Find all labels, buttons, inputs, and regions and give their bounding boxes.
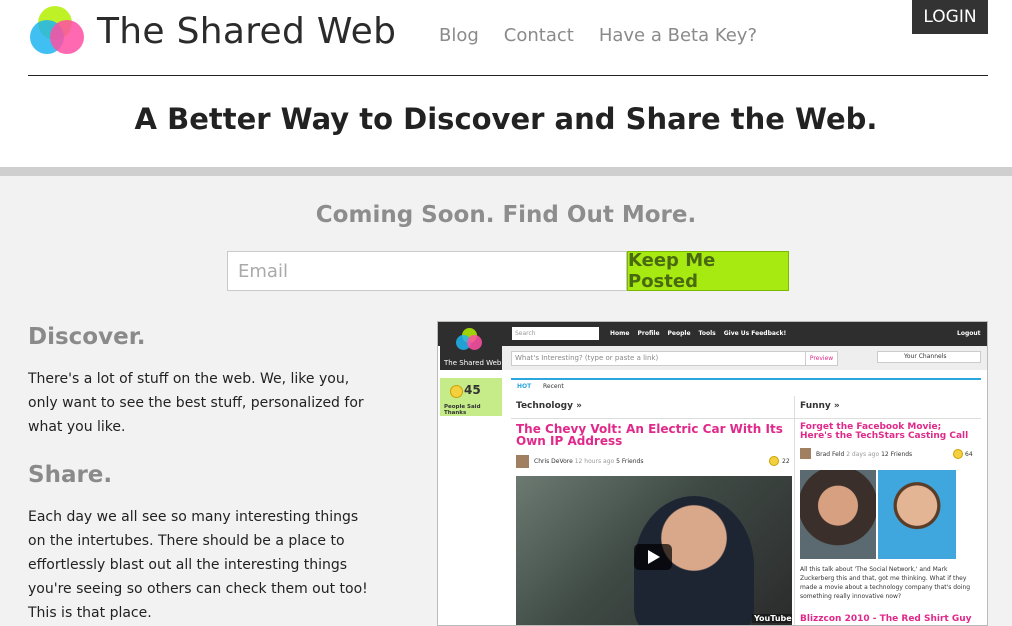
preview-nav-people: People — [667, 330, 691, 337]
story-time: 12 hours ago — [574, 458, 615, 465]
play-icon — [634, 544, 672, 570]
discover-text: There's a lot of stuff on the web. We, l… — [28, 371, 364, 435]
preview-story2-meta: Brad Feld 2 days ago 12 Friends — [816, 451, 912, 458]
preview-story3-title: Blizzcon 2010 - The Red Shirt Guy — [800, 614, 972, 624]
video-thumbnail: YouTube — [516, 476, 792, 625]
smiley-icon — [769, 456, 779, 466]
nav-beta-key[interactable]: Have a Beta Key? — [599, 25, 757, 46]
nav-contact[interactable]: Contact — [504, 25, 574, 46]
preview-nav-tools: Tools — [698, 330, 716, 337]
email-field[interactable] — [227, 251, 627, 291]
tagline: A Better Way to Discover and Share the W… — [134, 102, 878, 136]
preview-tab-hot: HOT — [517, 383, 532, 390]
story-friends: 5 Friends — [616, 458, 644, 465]
section-band — [0, 167, 1012, 176]
smiley-icon — [953, 449, 963, 459]
preview-story-title: The Chevy Volt: An Electric Car With Its… — [516, 422, 783, 448]
youtube-badge: YouTube — [752, 614, 792, 623]
preview-thanks-count: 45 — [464, 383, 481, 397]
preview-tab-recent: Recent — [543, 383, 564, 390]
story-count: 22 — [782, 458, 790, 465]
app-preview-screenshot: The Shared Web Search Home Profile Peopl… — [437, 321, 988, 626]
preview-nav: Home Profile People Tools Give Us Feedba… — [610, 330, 786, 337]
share-heading: Share. — [28, 462, 113, 488]
preview-logo-text: The Shared Web — [444, 359, 502, 367]
preview-col-technology: Technology » — [516, 401, 582, 411]
preview-divider — [511, 418, 981, 419]
preview-thanks-label: People Said Thanks — [444, 404, 481, 416]
main-nav: Blog Contact Have a Beta Key? — [439, 25, 757, 46]
preview-logo: The Shared Web — [440, 324, 502, 370]
preview-search: Search — [512, 327, 599, 340]
smiley-icon — [450, 385, 463, 398]
avatar — [516, 455, 529, 468]
story2-time: 2 days ago — [846, 451, 880, 458]
preview-nav-home: Home — [610, 330, 630, 337]
site-title[interactable]: The Shared Web — [97, 11, 396, 52]
preview-whats-input: What's Interesting? (type or paste a lin… — [511, 351, 807, 366]
story2-author: Brad Feld — [816, 451, 845, 458]
preview-col-funny: Funny » — [800, 401, 840, 411]
preview-story2-title: Forget the Facebook Movie; Here's the Te… — [800, 422, 969, 441]
logo-icon[interactable] — [30, 6, 90, 58]
nav-blog[interactable]: Blog — [439, 25, 479, 46]
story2-friends: 12 Friends — [881, 451, 913, 458]
preview-thanks-box: 45 People Said Thanks — [440, 378, 502, 416]
preview-story2-blurb: All this talk about 'The Social Network,… — [800, 566, 971, 600]
preview-channels-select: Your Channels — [877, 351, 981, 363]
share-text: Each day we all see so many interesting … — [28, 509, 368, 621]
preview-nav-feedback: Give Us Feedback! — [723, 330, 787, 337]
preview-logout: Logout — [957, 330, 981, 337]
header-divider — [28, 75, 988, 76]
header: The Shared Web Blog Contact Have a Beta … — [0, 0, 1012, 167]
signup-heading: Coming Soon. Find Out More. — [315, 202, 697, 228]
story-author: Chris DeVore — [534, 458, 573, 465]
preview-tabs: HOT Recent — [511, 378, 981, 393]
preview-story-meta: Chris DeVore 12 hours ago 5 Friends — [534, 458, 643, 465]
story2-count: 64 — [965, 451, 973, 458]
keep-me-posted-button[interactable]: Keep Me Posted — [627, 250, 789, 292]
photo-person-2 — [878, 470, 956, 559]
photo-person-1 — [800, 470, 876, 559]
preview-button: Preview — [805, 351, 838, 366]
discover-heading: Discover. — [28, 324, 146, 350]
login-button[interactable]: LOGIN — [912, 0, 988, 34]
preview-nav-profile: Profile — [637, 330, 660, 337]
preview-column-divider — [794, 396, 795, 625]
avatar — [800, 448, 811, 459]
